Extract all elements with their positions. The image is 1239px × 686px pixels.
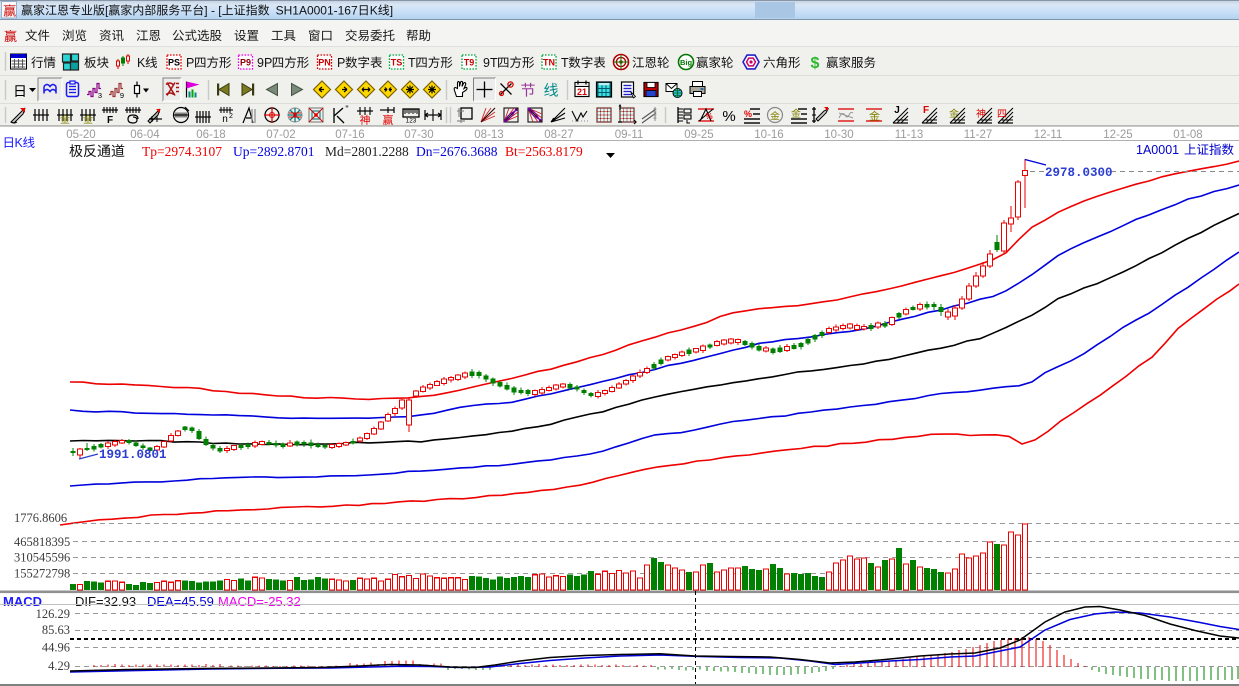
- svg-text:Dn=2676.3688: Dn=2676.3688: [416, 144, 498, 159]
- svg-text:T: T: [561, 56, 569, 70]
- svg-text:01-08: 01-08: [1173, 129, 1202, 141]
- svg-text:PS: PS: [168, 58, 180, 68]
- svg-text:9: 9: [120, 91, 124, 100]
- svg-text:MACD=-25.32: MACD=-25.32: [218, 594, 301, 609]
- svg-text:K: K: [15, 136, 24, 150]
- svg-text:T: T: [408, 56, 416, 70]
- svg-text:44.96: 44.96: [42, 641, 70, 655]
- svg-text:J: J: [894, 105, 900, 116]
- svg-text:07-02: 07-02: [266, 129, 295, 141]
- svg-text:155272798: 155272798: [14, 567, 70, 581]
- svg-text:K: K: [137, 56, 146, 70]
- svg-text:Md=2801.2288: Md=2801.2288: [325, 144, 409, 159]
- svg-text:P9: P9: [240, 58, 251, 68]
- svg-text:310545596: 310545596: [14, 551, 70, 565]
- svg-text:123: 123: [406, 118, 417, 125]
- svg-text:$: $: [811, 55, 820, 72]
- svg-text:126.29: 126.29: [36, 607, 70, 621]
- svg-text:": ": [345, 104, 348, 114]
- svg-text:08-13: 08-13: [474, 129, 503, 141]
- svg-text:F: F: [923, 105, 929, 116]
- svg-text:09-11: 09-11: [615, 129, 644, 141]
- svg-text:]: ]: [390, 4, 393, 18]
- svg-text:10-30: 10-30: [824, 129, 853, 141]
- svg-text:TN: TN: [543, 58, 555, 68]
- svg-text:11-27: 11-27: [964, 129, 993, 141]
- svg-text:F: F: [107, 115, 113, 126]
- svg-text:05-20: 05-20: [66, 129, 95, 141]
- svg-text:P: P: [337, 56, 345, 70]
- svg-text:09-25: 09-25: [684, 129, 713, 141]
- svg-text:n: n: [222, 114, 228, 125]
- svg-text:9T: 9T: [483, 56, 498, 70]
- svg-text:07-16: 07-16: [335, 129, 364, 141]
- svg-text:DEA=45.59: DEA=45.59: [147, 594, 214, 609]
- svg-text:SH1A0001-167: SH1A0001-167: [276, 4, 358, 18]
- svg-text:11-13: 11-13: [895, 129, 924, 141]
- svg-text:2: 2: [229, 113, 233, 120]
- svg-text:TS: TS: [391, 58, 403, 68]
- svg-text:12-11: 12-11: [1034, 129, 1063, 141]
- svg-text:%: %: [722, 108, 735, 125]
- svg-text:4.29: 4.29: [48, 659, 70, 673]
- svg-text:Big: Big: [680, 58, 693, 67]
- svg-text:2978.0300: 2978.0300: [1045, 166, 1113, 180]
- svg-text:1A0001: 1A0001: [1136, 143, 1179, 157]
- svg-text:%: %: [744, 109, 752, 119]
- svg-text:Up=2892.8701: Up=2892.8701: [233, 144, 315, 159]
- svg-text:06-04: 06-04: [130, 129, 160, 141]
- svg-text:08-27: 08-27: [544, 129, 573, 141]
- svg-text:Tp=2974.3107: Tp=2974.3107: [142, 144, 222, 159]
- svg-text:Bt=2563.8179: Bt=2563.8179: [505, 144, 583, 159]
- svg-text:PN: PN: [318, 58, 331, 68]
- svg-text:T9: T9: [464, 58, 475, 68]
- svg-text:P: P: [186, 56, 194, 70]
- svg-text:12-25: 12-25: [1103, 129, 1132, 141]
- svg-text:1776.8606: 1776.8606: [14, 511, 67, 525]
- svg-text:3: 3: [98, 91, 102, 100]
- svg-text:10-16: 10-16: [754, 129, 783, 141]
- svg-text:1991.0801: 1991.0801: [99, 448, 167, 462]
- svg-text:K: K: [370, 4, 378, 18]
- svg-text:465818395: 465818395: [14, 535, 70, 549]
- svg-text:85.63: 85.63: [42, 623, 70, 637]
- svg-text:21: 21: [577, 87, 587, 97]
- svg-text:] - [: ] - [: [204, 4, 222, 18]
- svg-text:9P: 9P: [257, 56, 272, 70]
- svg-text:07-30: 07-30: [404, 129, 433, 141]
- svg-text:06-18: 06-18: [196, 129, 225, 141]
- svg-text:%: %: [705, 112, 712, 121]
- svg-text:DIF=32.93: DIF=32.93: [75, 594, 136, 609]
